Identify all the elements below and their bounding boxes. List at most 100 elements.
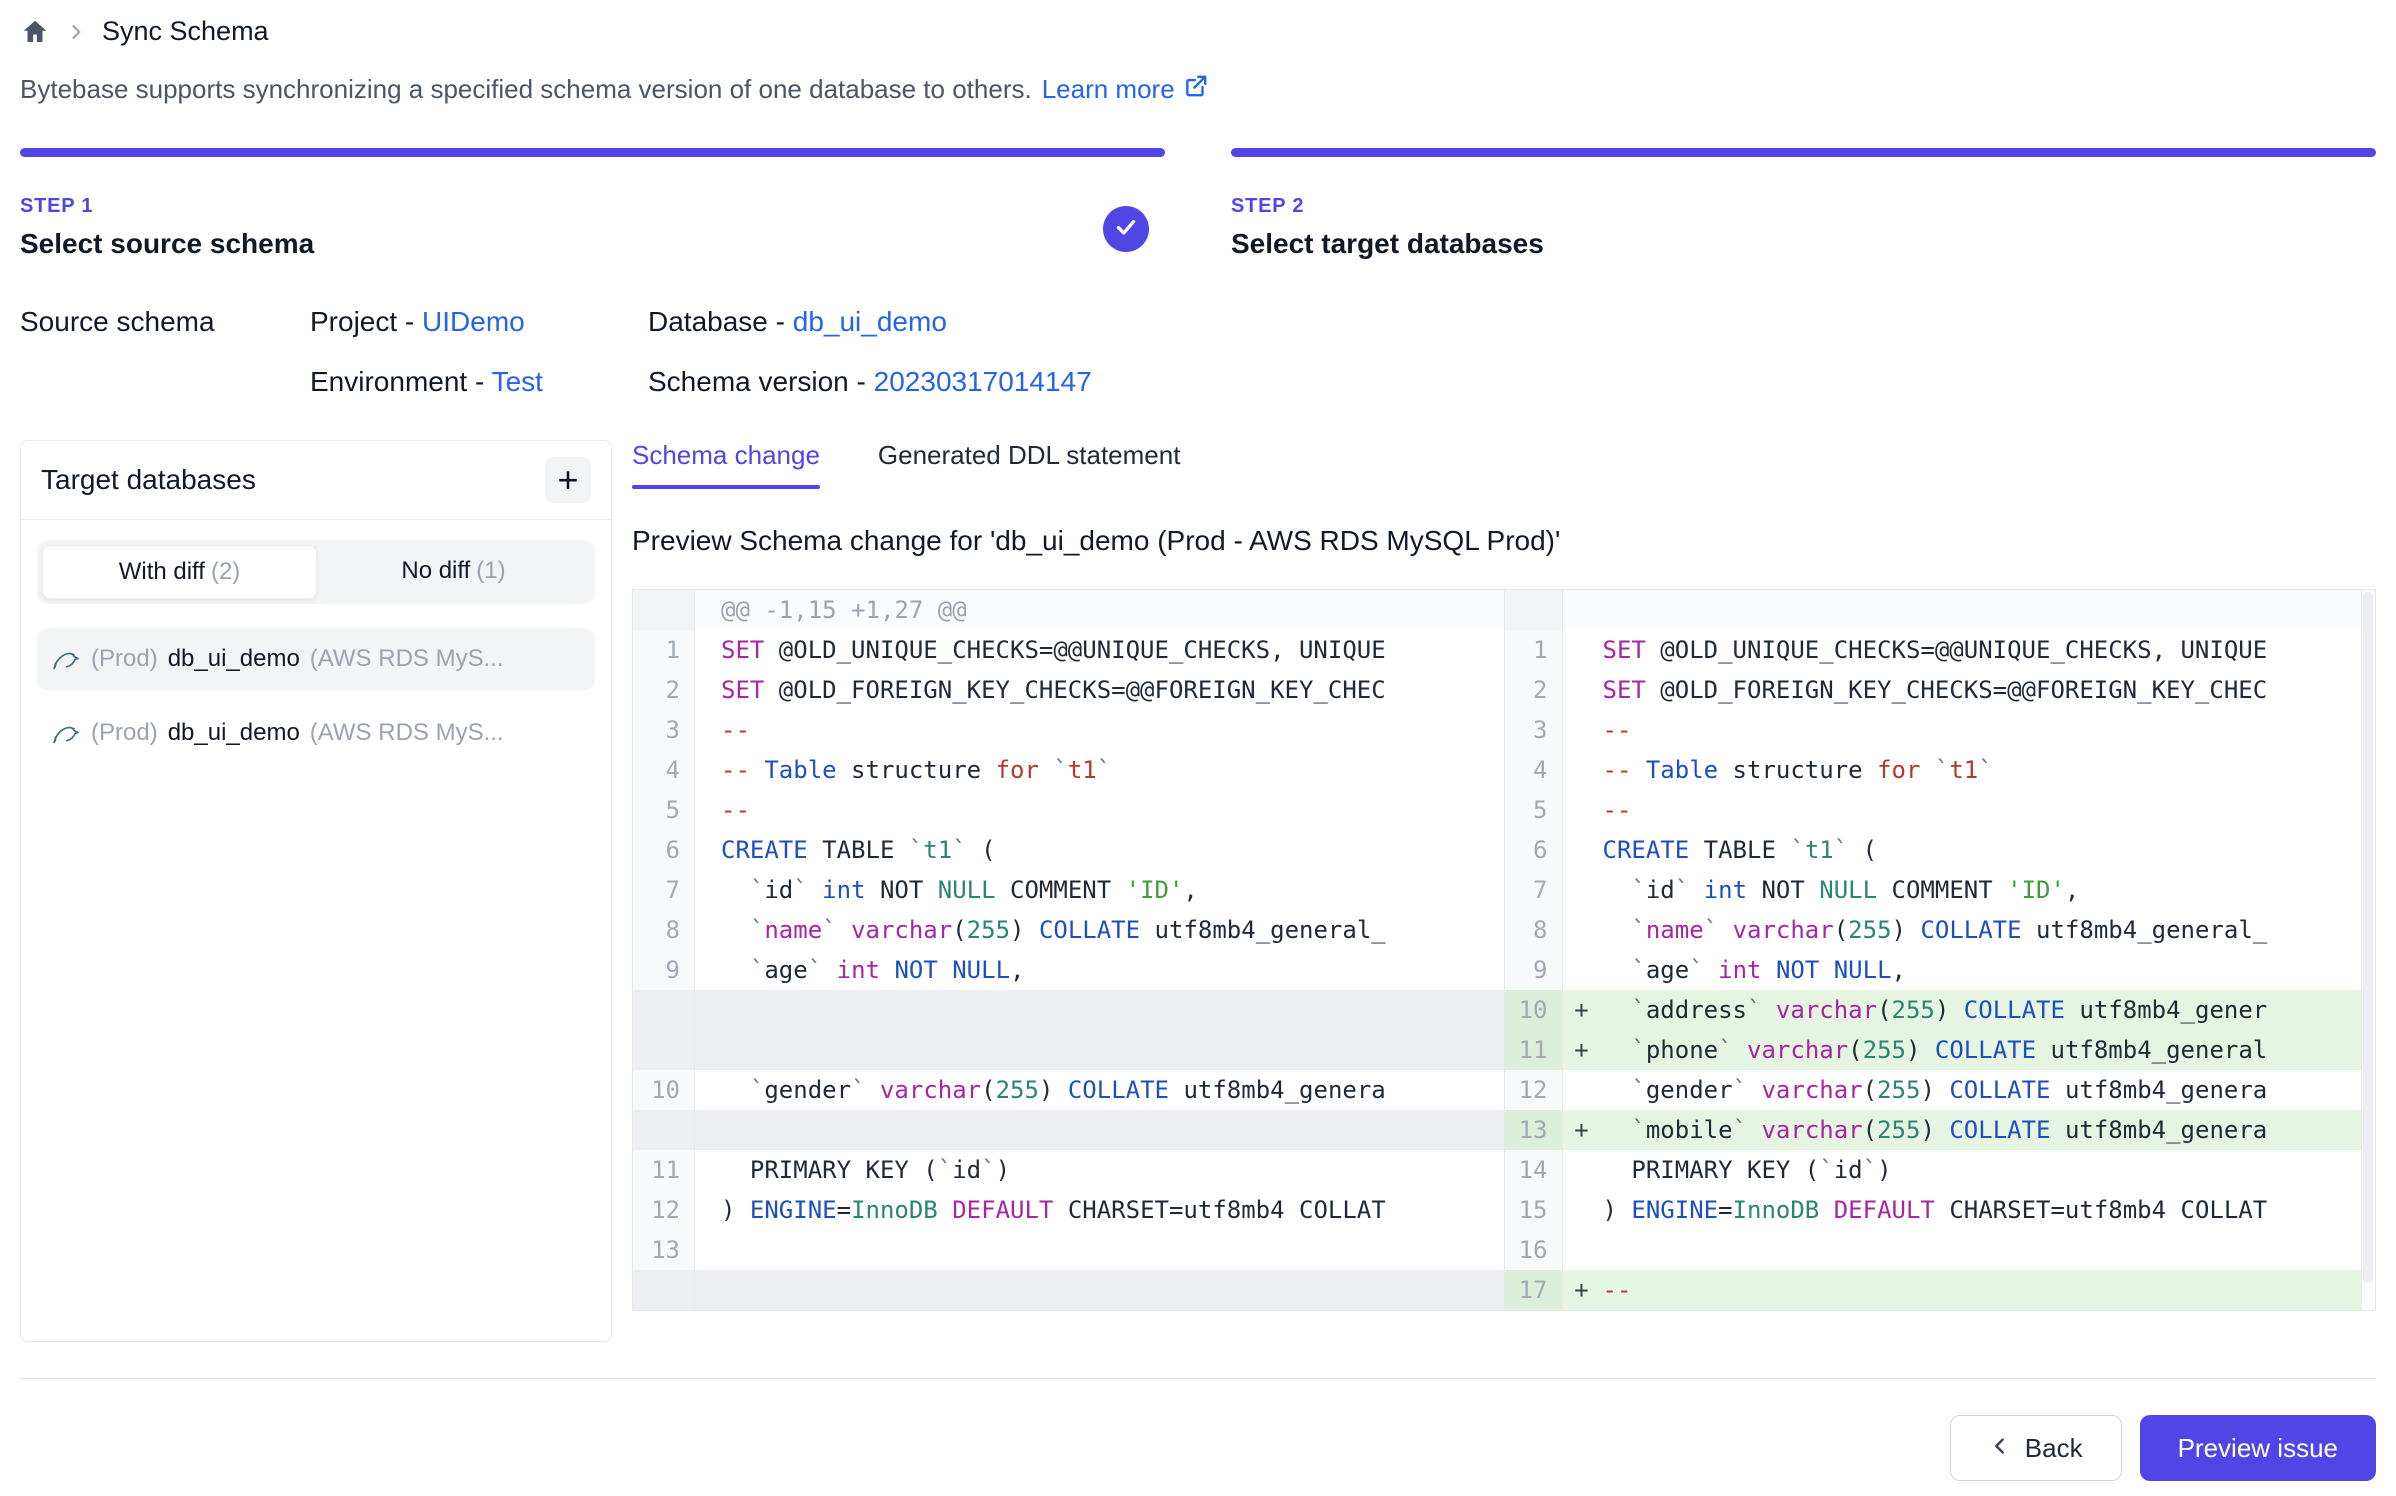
target-databases-title: Target databases: [41, 464, 256, 496]
learn-more-link[interactable]: Learn more: [1042, 73, 1209, 106]
diff-change-sign: +: [1563, 1110, 1601, 1150]
diff-row: 4-- Table structure for `t1`: [1505, 750, 2376, 790]
field-separator: -: [397, 306, 422, 337]
diff-placeholder-row: [633, 990, 1504, 1030]
diff-row: 9 `age` int NOT NULL,: [1505, 950, 2376, 990]
diff-placeholder-row: [633, 1110, 1504, 1150]
diff-line-number: 4: [633, 750, 695, 790]
diff-hunk-header: @@ -1,15 +1,27 @@: [695, 590, 1504, 630]
diff-row: 7 `id` int NOT NULL COMMENT 'ID',: [1505, 870, 2376, 910]
diff-line-number: 12: [633, 1190, 695, 1230]
diff-code-line: [695, 1030, 1504, 1070]
diff-line-number: 6: [1505, 830, 1563, 870]
diff-code: [1601, 590, 2376, 630]
field-separator: -: [768, 306, 793, 337]
diff-change-sign: [1563, 750, 1601, 790]
tab-schema-change[interactable]: Schema change: [632, 440, 820, 489]
step-1: STEP 1 Select source schema: [20, 148, 1165, 260]
target-panel-header: Target databases +: [21, 441, 611, 520]
breadcrumb: Sync Schema: [20, 16, 2376, 47]
tab-with-diff-count: (2): [211, 558, 240, 585]
diff-line-number: 7: [633, 870, 695, 910]
db-instance: (AWS RDS MyS...: [310, 719, 504, 747]
diff-added-row: 17+--: [1505, 1270, 2376, 1310]
diff-code-line: PRIMARY KEY (`id`): [695, 1150, 1504, 1190]
diff-code-line: PRIMARY KEY (`id`): [1601, 1150, 2376, 1190]
diff-row: 1SET @OLD_UNIQUE_CHECKS=@@UNIQUE_CHECKS,…: [633, 630, 1504, 670]
page-title: Sync Schema: [102, 16, 269, 47]
diff-code-line: `mobile` varchar(255) COLLATE utf8mb4_ge…: [1601, 1110, 2376, 1150]
tab-generated-ddl[interactable]: Generated DDL statement: [878, 440, 1181, 489]
diff-code-line: `name` varchar(255) COLLATE utf8mb4_gene…: [695, 910, 1504, 950]
chevron-right-icon: [66, 22, 86, 42]
schema-version-field-name: Schema version: [648, 366, 849, 397]
diff-change-sign: [1563, 630, 1601, 670]
diff-row: 6CREATE TABLE `t1` (: [633, 830, 1504, 870]
external-link-icon: [1183, 73, 1209, 106]
project-link[interactable]: UIDemo: [422, 306, 525, 337]
tab-no-diff[interactable]: No diff(1): [317, 545, 590, 599]
diff-added-row: 11+ `phone` varchar(255) COLLATE utf8mb4…: [1505, 1030, 2376, 1070]
diff-change-sign: [1563, 670, 1601, 710]
back-button[interactable]: Back: [1950, 1415, 2122, 1481]
back-button-label: Back: [2025, 1433, 2083, 1464]
database-link[interactable]: db_ui_demo: [793, 306, 947, 337]
target-databases-panel: Target databases + With diff(2) No diff(…: [20, 440, 612, 1342]
step-2-progress-bar: [1231, 148, 2376, 157]
target-db-item[interactable]: (Prod)db_ui_demo(AWS RDS MyS...: [37, 702, 595, 764]
diff-row: 16: [1505, 1230, 2376, 1270]
diff-row: 8 `name` varchar(255) COLLATE utf8mb4_ge…: [633, 910, 1504, 950]
diff-right-pane: 1SET @OLD_UNIQUE_CHECKS=@@UNIQUE_CHECKS,…: [1505, 590, 2376, 1310]
diff-line-number: 1: [633, 630, 695, 670]
step-1-label: STEP 1: [20, 195, 1165, 218]
diff-code-line: `age` int NOT NULL,: [1601, 950, 2376, 990]
diff-code-line: [695, 1270, 1504, 1310]
target-db-item[interactable]: (Prod)db_ui_demo(AWS RDS MyS...: [37, 628, 595, 690]
diff-row: 7 `id` int NOT NULL COMMENT 'ID',: [633, 870, 1504, 910]
schema-preview-section: Schema change Generated DDL statement Pr…: [632, 440, 2376, 1311]
diff-code-line: `gender` varchar(255) COLLATE utf8mb4_ge…: [1601, 1070, 2376, 1110]
diff-change-sign: [1563, 910, 1601, 950]
sync-schema-page: Sync Schema Bytebase supports synchroniz…: [0, 16, 2396, 1481]
diff-line-number: [633, 1270, 695, 1310]
diff-line-number: 16: [1505, 1230, 1563, 1270]
chevron-left-icon: [1989, 1433, 2011, 1464]
mysql-icon: [51, 718, 81, 748]
diff-change-sign: [1563, 1150, 1601, 1190]
step-2: STEP 2 Select target databases: [1231, 148, 2376, 260]
diff-line-number: 11: [633, 1150, 695, 1190]
diff-row: 6CREATE TABLE `t1` (: [1505, 830, 2376, 870]
environment-link[interactable]: Test: [492, 366, 543, 397]
source-schema-label: Source schema: [20, 306, 310, 338]
diff-line-number: 8: [1505, 910, 1563, 950]
diff-row: 4-- Table structure for `t1`: [633, 750, 1504, 790]
main-area: Target databases + With diff(2) No diff(…: [20, 440, 2376, 1342]
diff-row: 3--: [633, 710, 1504, 750]
field-separator: -: [849, 366, 874, 397]
database-field-name: Database: [648, 306, 768, 337]
diff-row: 2SET @OLD_FOREIGN_KEY_CHECKS=@@FOREIGN_K…: [1505, 670, 2376, 710]
tab-with-diff[interactable]: With diff(2): [42, 545, 317, 599]
step-1-completed-check: [1103, 206, 1149, 252]
db-environment: (Prod): [91, 719, 158, 747]
diff-row: 11 PRIMARY KEY (`id`): [633, 1150, 1504, 1190]
diff-line-number: 12: [1505, 1070, 1563, 1110]
diff-scrollbar[interactable]: [2361, 590, 2375, 1310]
diff-change-sign: [1563, 710, 1601, 750]
step-2-title: Select target databases: [1231, 228, 2376, 260]
tab-with-diff-label: With diff: [119, 558, 205, 585]
diff-change-sign: [1563, 950, 1601, 990]
diff-line-number: 17: [1505, 1270, 1563, 1310]
diff-code-line: --: [695, 710, 1504, 750]
diff-line-number: 10: [1505, 990, 1563, 1030]
diff-code-line: SET @OLD_FOREIGN_KEY_CHECKS=@@FOREIGN_KE…: [1601, 670, 2376, 710]
diff-line-number: 9: [633, 950, 695, 990]
diff-code-line: `id` int NOT NULL COMMENT 'ID',: [1601, 870, 2376, 910]
preview-issue-button[interactable]: Preview issue: [2140, 1415, 2376, 1481]
diff-scrollbar-thumb[interactable]: [2363, 592, 2373, 1283]
diff-line-number: 8: [633, 910, 695, 950]
schema-version-link[interactable]: 20230317014147: [874, 366, 1092, 397]
diff-filter-tabs: With diff(2) No diff(1): [37, 540, 595, 604]
home-icon[interactable]: [20, 17, 50, 47]
add-target-database-button[interactable]: +: [545, 457, 591, 503]
